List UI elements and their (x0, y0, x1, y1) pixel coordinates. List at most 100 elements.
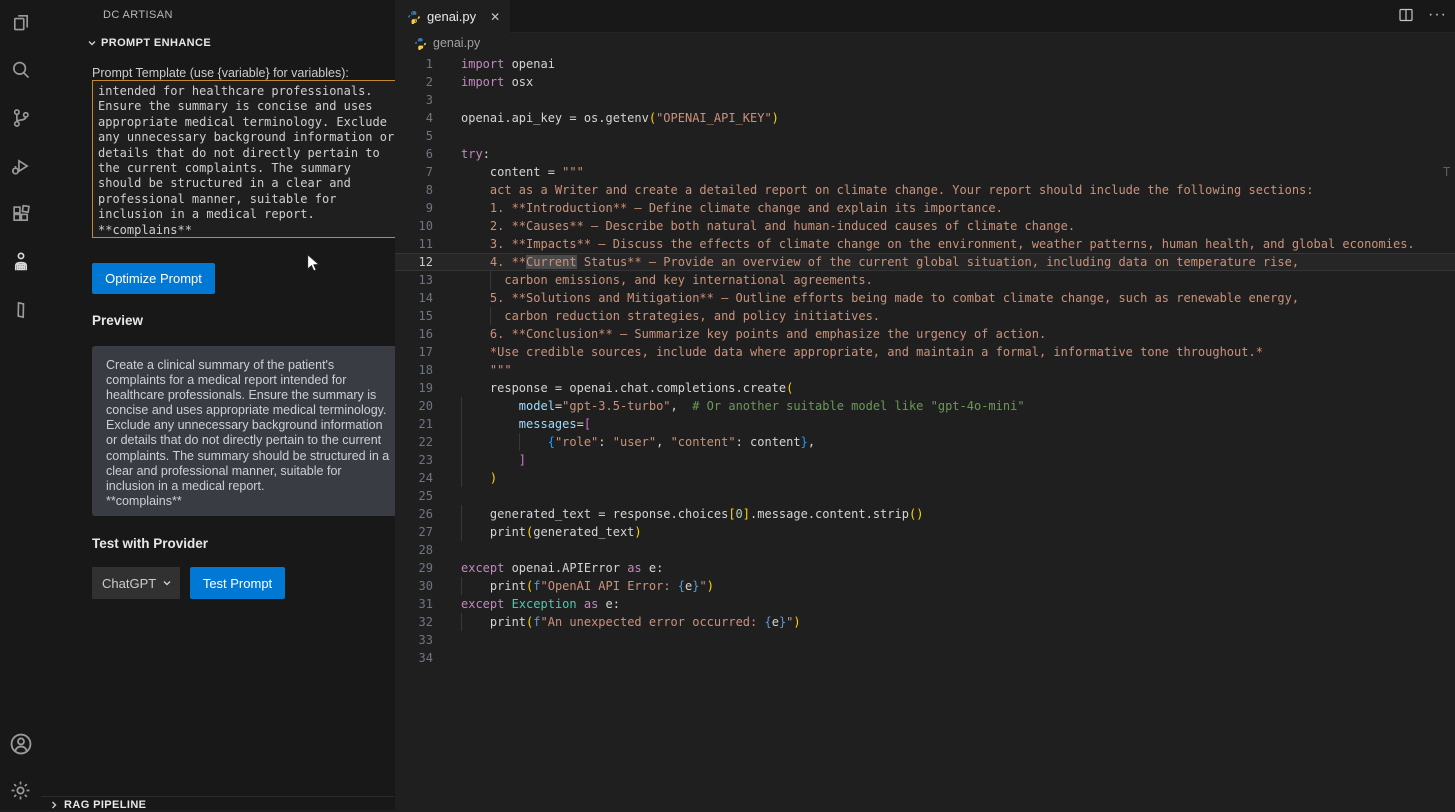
code-line[interactable]: 28 (395, 541, 1455, 559)
code-line[interactable]: 17 *Use credible sources, include data w… (395, 343, 1455, 361)
line-number: 21 (395, 415, 433, 433)
tab-genai-py[interactable]: genai.py ✕ (395, 0, 510, 33)
line-number: 22 (395, 433, 433, 451)
mouse-cursor (305, 253, 323, 273)
editor-actions: ··· (1398, 6, 1447, 24)
chevron-down-icon (162, 578, 172, 588)
breadcrumb[interactable]: genai.py (414, 36, 480, 50)
code-text: 3. **Impacts** — Discuss the effects of … (461, 235, 1415, 253)
chevron-right-icon (49, 800, 59, 810)
account-icon[interactable] (0, 722, 41, 766)
code-text: print(f"An unexpected error occurred: {e… (461, 613, 801, 631)
code-line[interactable]: 7 content = """ (395, 163, 1455, 181)
code-line[interactable]: 31except Exception as e: (395, 595, 1455, 613)
code-line[interactable]: 8 act as a Writer and create a detailed … (395, 181, 1455, 199)
code-line[interactable]: 12 4. **Current Status** — Provide an ov… (395, 253, 1455, 271)
panel-title: DC ARTISAN (103, 9, 173, 21)
line-number: 26 (395, 505, 433, 523)
code-line[interactable]: 3 (395, 91, 1455, 109)
code-line[interactable]: 33 (395, 631, 1455, 649)
code-line[interactable]: 14 5. **Solutions and Mitigation** — Out… (395, 289, 1455, 307)
preview-box: Create a clinical summary of the patient… (92, 346, 427, 516)
code-line[interactable]: 2 import osx (395, 73, 1455, 91)
code-text: import osx (461, 73, 533, 91)
code-line[interactable]: 16 6. **Conclusion** — Summarize key poi… (395, 325, 1455, 343)
line-number: 2 (395, 73, 433, 91)
code-line[interactable]: 21 messages=[ (395, 415, 1455, 433)
code-text: {"role": "user", "content": content}, (461, 433, 815, 451)
run-debug-icon[interactable] (0, 144, 41, 188)
code-text: openai.api_key = os.getenv("OPENAI_API_K… (461, 109, 779, 127)
code-line[interactable]: 20 model="gpt-3.5-turbo", # Or another s… (395, 397, 1455, 415)
provider-select-value: ChatGPT (102, 576, 156, 591)
section-rag-pipeline[interactable]: RAG PIPELINE (41, 796, 394, 810)
code-line[interactable]: 23 ] (395, 451, 1455, 469)
line-number: 12 (395, 253, 433, 271)
code-line[interactable]: 27 print(generated_text) (395, 523, 1455, 541)
preview-heading: Preview (92, 313, 143, 328)
code-line[interactable]: 18 """ (395, 361, 1455, 379)
code-text: 2. **Causes** — Describe both natural an… (461, 217, 1075, 235)
code-line[interactable]: 25 (395, 487, 1455, 505)
code-line[interactable]: 13 carbon emissions, and key internation… (395, 271, 1455, 289)
extensions-icon[interactable] (0, 192, 41, 236)
tab-strip (395, 0, 1455, 33)
bracket-book-icon[interactable] (0, 288, 41, 332)
code-text: except openai.APIError as e: (461, 559, 663, 577)
line-number: 10 (395, 217, 433, 235)
section-prompt-enhance[interactable]: PROMPT ENHANCE (87, 37, 211, 49)
code-line[interactable]: 15 carbon reduction strategies, and poli… (395, 307, 1455, 325)
code-text: import openai (461, 55, 555, 73)
code-line[interactable]: 30 print(f"OpenAI API Error: {e}") (395, 577, 1455, 595)
code-text: print(generated_text) (461, 523, 642, 541)
line-number: 24 (395, 469, 433, 487)
code-line[interactable]: 34 (395, 649, 1455, 667)
source-control-icon[interactable] (0, 96, 41, 140)
line-number: 11 (395, 235, 433, 253)
code-line[interactable]: 6try: (395, 145, 1455, 163)
code-line[interactable]: 29 except openai.APIError as e: (395, 559, 1455, 577)
line-number: 27 (395, 523, 433, 541)
test-prompt-button[interactable]: Test Prompt (190, 567, 285, 599)
template-label: Prompt Template (use {variable} for vari… (92, 66, 349, 80)
line-number: 19 (395, 379, 433, 397)
files-icon[interactable] (0, 0, 41, 44)
template-input[interactable]: intended for healthcare professionals. E… (92, 80, 435, 238)
line-number: 23 (395, 451, 433, 469)
line-number: 13 (395, 271, 433, 289)
optimize-prompt-button[interactable]: Optimize Prompt (92, 263, 215, 294)
settings-gear-icon[interactable] (0, 768, 41, 812)
code-line[interactable]: 1import openai (395, 55, 1455, 73)
python-icon (414, 37, 427, 50)
line-number: 34 (395, 649, 433, 667)
sidebar-panel: DC ARTISAN ··· PROMPT ENHANCE Prompt Tem… (41, 0, 396, 810)
code-line[interactable]: 9 1. **Introduction** — Define climate c… (395, 199, 1455, 217)
code-line[interactable]: 22 {"role": "user", "content": content}, (395, 433, 1455, 451)
code-lines[interactable]: 1import openai2import osx34openai.api_ke… (395, 55, 1455, 667)
line-number: 31 (395, 595, 433, 613)
line-number: 28 (395, 541, 433, 559)
editor-more-icon[interactable]: ··· (1428, 6, 1447, 24)
python-icon (407, 10, 421, 24)
code-line[interactable]: 26 generated_text = response.choices[0].… (395, 505, 1455, 523)
code-line[interactable]: 4openai.api_key = os.getenv("OPENAI_API_… (395, 109, 1455, 127)
code-text: act as a Writer and create a detailed re… (461, 181, 1314, 199)
line-number: 9 (395, 199, 433, 217)
artisan-icon[interactable] (0, 240, 41, 284)
provider-select[interactable]: ChatGPT (92, 567, 180, 599)
code-line[interactable]: 19 response = openai.chat.completions.cr… (395, 379, 1455, 397)
line-number: 8 (395, 181, 433, 199)
line-number: 29 (395, 559, 433, 577)
breadcrumb-file: genai.py (433, 36, 480, 50)
code-line[interactable]: 24 ) (395, 469, 1455, 487)
code-line[interactable]: 11 3. **Impacts** — Discuss the effects … (395, 235, 1455, 253)
code-line[interactable]: 10 2. **Causes** — Describe both natural… (395, 217, 1455, 235)
code-text: try: (461, 145, 490, 163)
activity-bar (0, 0, 42, 810)
split-editor-icon[interactable] (1398, 7, 1414, 23)
tab-close-icon[interactable]: ✕ (490, 10, 500, 24)
code-line[interactable]: 5 (395, 127, 1455, 145)
code-text: carbon reduction strategies, and policy … (461, 307, 880, 325)
search-icon[interactable] (0, 48, 41, 92)
code-line[interactable]: 32 print(f"An unexpected error occurred:… (395, 613, 1455, 631)
